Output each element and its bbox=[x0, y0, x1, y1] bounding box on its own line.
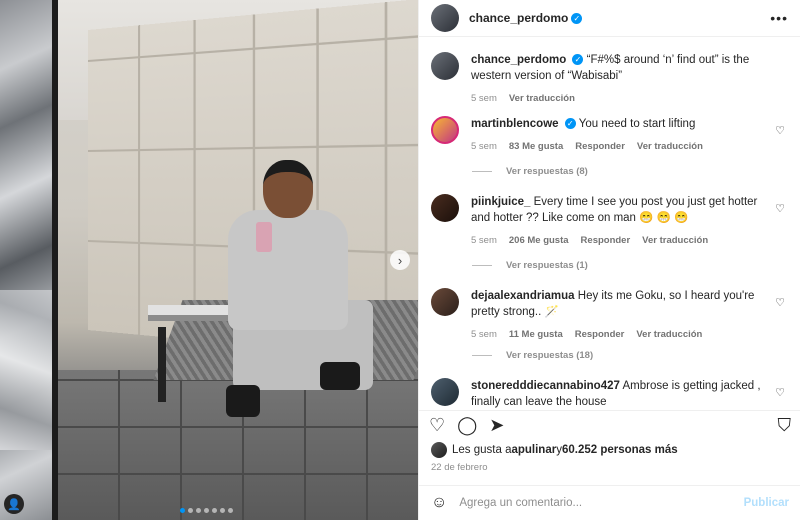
comment-composer: ☺ Publicar bbox=[419, 485, 800, 520]
likes-count[interactable]: 60.252 personas más bbox=[562, 444, 678, 456]
comment-time: 5 sem bbox=[471, 329, 497, 340]
view-replies-label[interactable]: Ver respuestas (1) bbox=[506, 260, 588, 271]
divider bbox=[472, 171, 492, 172]
comment-username[interactable]: martinblencowe bbox=[471, 118, 559, 130]
verified-badge-icon: ✓ bbox=[572, 54, 584, 66]
comment: stoneredddiecannabino427 Ambrose is gett… bbox=[431, 378, 791, 410]
caption-username[interactable]: chance_perdomo bbox=[471, 54, 566, 66]
carousel-dot bbox=[220, 508, 225, 513]
comments-list[interactable]: chance_perdomo ✓ “F#%$ around ‘n’ find o… bbox=[419, 38, 800, 410]
carousel-dot bbox=[188, 508, 193, 513]
phone bbox=[256, 222, 272, 252]
avatar[interactable] bbox=[431, 116, 459, 144]
comment-text: You need to start lifting bbox=[578, 118, 696, 130]
heart-icon[interactable]: ♡ bbox=[775, 386, 785, 399]
comment: piinkjuice_ Every time I see you post yo… bbox=[431, 194, 791, 249]
boot-left bbox=[226, 385, 260, 417]
reply-link[interactable]: Responder bbox=[575, 139, 625, 155]
comment-likes[interactable]: 11 Me gusta bbox=[509, 327, 563, 343]
translate-link[interactable]: Ver traducción bbox=[642, 233, 708, 249]
comment-username[interactable]: piinkjuice_ bbox=[471, 196, 530, 208]
comment-username[interactable]: dejaalexandriamua bbox=[471, 290, 575, 302]
post-date: 22 de febrero bbox=[431, 462, 488, 473]
chevron-right-icon: › bbox=[397, 252, 403, 268]
emoji-icon[interactable]: ☺ bbox=[431, 494, 447, 512]
post-actions: ♡ ◯ ➤ ⛉ bbox=[419, 410, 800, 438]
heart-icon[interactable]: ♡ bbox=[775, 202, 785, 215]
comment-likes[interactable]: 206 Me gusta bbox=[509, 233, 569, 249]
caption-time: 5 sem bbox=[471, 93, 497, 104]
publish-button[interactable]: Publicar bbox=[744, 497, 789, 509]
carousel-dot bbox=[180, 508, 185, 513]
bookmark-icon[interactable]: ⛉ bbox=[778, 416, 792, 434]
translate-link[interactable]: Ver traducción bbox=[636, 327, 702, 343]
comment: dejaalexandriamua Hey its me Goku, so I … bbox=[431, 288, 791, 343]
avatar[interactable] bbox=[431, 52, 459, 80]
carousel-dots bbox=[180, 508, 233, 513]
carousel-dot bbox=[212, 508, 217, 513]
comment-input[interactable] bbox=[459, 497, 744, 509]
reply-link[interactable]: Responder bbox=[581, 233, 631, 249]
author-username[interactable]: chance_perdomo bbox=[469, 11, 568, 25]
carousel-dot bbox=[196, 508, 201, 513]
likes-user[interactable]: apulinar bbox=[511, 444, 556, 456]
comment-time: 5 sem bbox=[471, 235, 497, 246]
comment-time: 5 sem bbox=[471, 141, 497, 152]
avatar[interactable] bbox=[431, 288, 459, 316]
view-replies-label[interactable]: Ver respuestas (18) bbox=[506, 350, 593, 361]
translate-link[interactable]: Ver traducción bbox=[509, 91, 575, 107]
send-icon[interactable]: ➤ bbox=[489, 416, 504, 434]
post-panel: chance_perdomo ✓ ••• chance_perdomo ✓ “F… bbox=[418, 0, 800, 520]
tagged-user-icon[interactable]: 👤 bbox=[4, 494, 24, 514]
ellipsis-icon[interactable]: ••• bbox=[770, 10, 788, 26]
avatar[interactable] bbox=[431, 4, 459, 32]
verified-badge-icon: ✓ bbox=[571, 12, 583, 24]
divider bbox=[472, 355, 492, 356]
person-body bbox=[228, 210, 348, 330]
view-replies-label[interactable]: Ver respuestas (8) bbox=[506, 166, 588, 177]
comment-icon[interactable]: ◯ bbox=[457, 416, 477, 434]
post-header: chance_perdomo ✓ ••• bbox=[419, 0, 800, 37]
comment-likes[interactable]: 83 Me gusta bbox=[509, 139, 563, 155]
likes-summary: Les gusta a apulinar y 60.252 personas m… bbox=[431, 442, 678, 458]
heart-icon[interactable]: ♡ bbox=[429, 416, 445, 434]
heart-icon[interactable]: ♡ bbox=[775, 296, 785, 309]
bench-leg bbox=[158, 327, 166, 402]
verified-badge-icon: ✓ bbox=[564, 118, 576, 130]
divider bbox=[472, 265, 492, 266]
caption: chance_perdomo ✓ “F#%$ around ‘n’ find o… bbox=[431, 52, 791, 107]
view-replies[interactable]: Ver respuestas (18) bbox=[472, 350, 593, 361]
carousel-dot bbox=[204, 508, 209, 513]
person-head bbox=[263, 160, 313, 218]
avatar[interactable] bbox=[431, 194, 459, 222]
view-replies[interactable]: Ver respuestas (1) bbox=[472, 260, 588, 271]
likes-prefix: Les gusta a bbox=[452, 444, 512, 456]
carousel-next-button[interactable]: › bbox=[390, 250, 410, 270]
boot-right bbox=[320, 362, 360, 390]
translate-link[interactable]: Ver traducción bbox=[637, 139, 703, 155]
heart-icon[interactable]: ♡ bbox=[775, 124, 785, 137]
comment: martinblencowe ✓ You need to start lifti… bbox=[431, 116, 791, 155]
carousel-dot bbox=[228, 508, 233, 513]
avatar[interactable] bbox=[431, 378, 459, 406]
view-replies[interactable]: Ver respuestas (8) bbox=[472, 166, 588, 177]
post-photo[interactable]: › 👤 bbox=[0, 0, 418, 520]
avatar bbox=[431, 442, 447, 458]
comment-username[interactable]: stoneredddiecannabino427 bbox=[471, 380, 620, 392]
mirror-frame bbox=[52, 0, 418, 520]
reply-link[interactable]: Responder bbox=[575, 327, 625, 343]
